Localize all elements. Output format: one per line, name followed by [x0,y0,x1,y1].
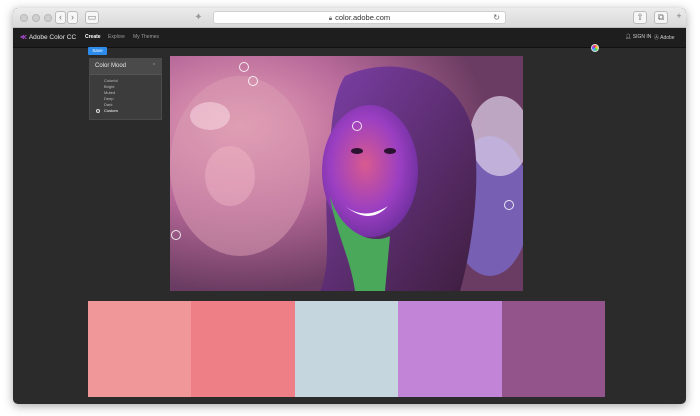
photo-illustration [170,56,523,291]
minimize-window-button[interactable] [32,14,40,22]
color-mood-panel: Color Mood ⌃ Colorful Bright Muted Deep … [89,58,162,120]
tabs-icon: ⧉ [657,12,665,22]
color-wheel-icon[interactable] [591,44,599,52]
share-icon: ⇧ [636,12,644,22]
chevron-left-icon: ‹ [59,12,62,22]
source-photo [170,56,523,291]
swatch-5[interactable] [501,301,606,397]
chevron-up-icon[interactable]: ⌃ [152,63,156,69]
adobe-link[interactable]: Ⓐ Adobe [654,34,675,41]
close-window-button[interactable] [20,14,28,22]
nav-my-themes[interactable]: My Themes [133,34,159,40]
plus-icon: + [676,11,682,21]
extension-icon[interactable]: ✦ [193,12,204,23]
sidebar-button[interactable]: ▭ [85,11,99,24]
address-bar[interactable]: 🔒︎ color.adobe.com ↻ [213,11,506,24]
browser-toolbar: ‹ › ▭ ✦ 🔒︎ color.adobe.com ↻ ⇧ ⧉ + [13,8,686,28]
mood-option-custom[interactable]: Custom [90,108,161,114]
new-tab-button[interactable]: + [674,11,684,24]
sidebar-icon: ▭ [87,12,97,22]
color-sampler-5[interactable] [504,200,514,210]
swatch-4[interactable] [398,301,502,397]
user-icon: 👤︎ [625,34,633,40]
color-sampler-1[interactable] [239,62,249,72]
adobe-color-logo[interactable]: ≪ Adobe Color CC [20,33,76,41]
swatch-3[interactable] [294,301,399,397]
color-sampler-2[interactable] [248,76,258,86]
logo-mark-icon: ≪ [20,34,27,41]
nav-explore[interactable]: Explore [108,34,125,40]
share-button[interactable]: ⇧ [633,11,647,24]
swatch-1[interactable] [88,301,192,397]
color-theme-swatches [88,301,606,397]
app-header: ≪ Adobe Color CC Create Explore My Themes… [13,28,686,48]
nav-create[interactable]: Create [85,34,101,40]
color-sampler-4[interactable] [171,230,181,240]
url-text: color.adobe.com [335,13,391,22]
sign-in-link[interactable]: 👤︎ SIGN IN [625,34,651,40]
chevron-right-icon: › [71,12,74,22]
lock-icon: 🔒︎ [328,16,333,22]
color-mood-title: Color Mood [95,63,127,69]
color-sampler-3[interactable] [352,121,362,131]
reload-icon[interactable]: ↻ [493,12,500,23]
forward-button[interactable]: › [67,11,78,24]
color-mood-options: Colorful Bright Muted Deep Dark Custom [90,75,161,114]
back-button[interactable]: ‹ [55,11,66,24]
browser-window: ‹ › ▭ ✦ 🔒︎ color.adobe.com ↻ ⇧ ⧉ + ≪ Adobe… [13,8,686,404]
tabs-button[interactable]: ⧉ [654,11,668,24]
swatch-2[interactable] [191,301,295,397]
color-mood-header[interactable]: Color Mood ⌃ [90,59,161,75]
zoom-window-button[interactable] [44,14,52,22]
save-button[interactable]: Save [88,47,107,55]
radio-icon [96,109,100,113]
